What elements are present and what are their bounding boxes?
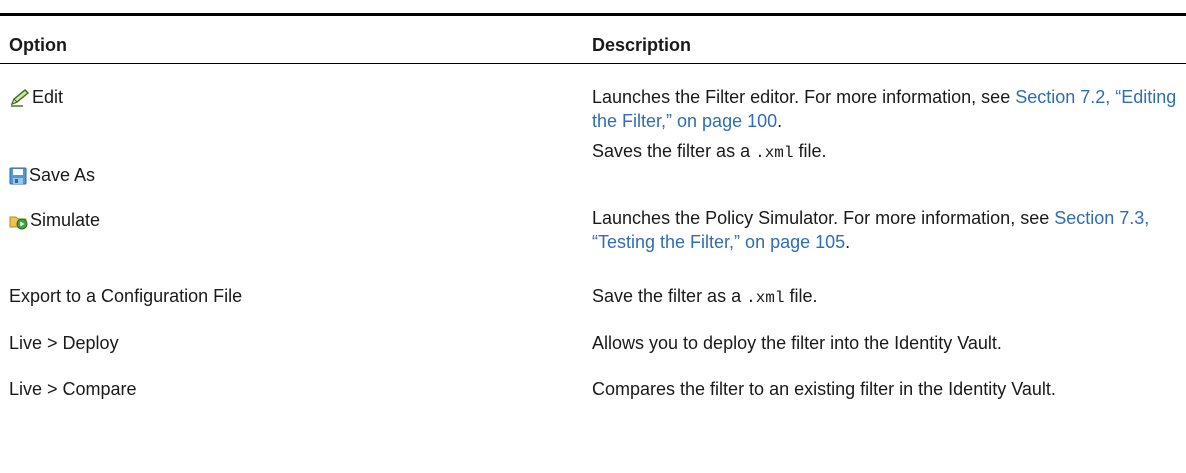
option-label: Live > Deploy bbox=[9, 333, 119, 353]
option-label: Live > Compare bbox=[9, 379, 137, 399]
option-label: Save As bbox=[29, 165, 96, 185]
description-text-end: file. bbox=[793, 141, 827, 161]
description-cell: Save the filter as a .xml file. bbox=[592, 284, 1182, 310]
option-cell: Simulate bbox=[9, 208, 100, 236]
header-rule bbox=[0, 63, 1186, 64]
code-xml: .xml bbox=[755, 144, 794, 162]
description-text-end: . bbox=[777, 111, 783, 131]
description-text-end: . bbox=[845, 232, 851, 252]
code-xml: .xml bbox=[746, 289, 785, 307]
pencil-icon bbox=[9, 89, 31, 113]
description-text: Launches the Policy Simulator. For more … bbox=[592, 208, 1055, 228]
description-text: Allows you to deploy the filter into the… bbox=[592, 333, 1002, 353]
simulate-icon bbox=[9, 212, 29, 236]
option-label: Edit bbox=[32, 87, 64, 107]
option-cell: Save As bbox=[9, 163, 95, 191]
description-cell: Launches the Policy Simulator. For more … bbox=[592, 206, 1182, 254]
table-top-rule bbox=[0, 13, 1186, 16]
description-text: Launches the Filter editor. For more inf… bbox=[592, 87, 1016, 107]
description-text: Save the filter as a bbox=[592, 286, 747, 306]
option-column-header: Option bbox=[9, 35, 67, 55]
description-text: Compares the filter to an existing filte… bbox=[592, 379, 1056, 399]
option-label: Export to a Configuration File bbox=[9, 286, 243, 306]
description-cell: Saves the filter as a .xml file. bbox=[592, 139, 1182, 165]
description-text-end: file. bbox=[784, 286, 818, 306]
save-icon bbox=[9, 167, 28, 191]
description-column-header: Description bbox=[592, 35, 692, 55]
option-label: Simulate bbox=[30, 210, 101, 230]
description-text: Saves the filter as a bbox=[592, 141, 756, 161]
description-cell: Launches the Filter editor. For more inf… bbox=[592, 85, 1182, 133]
option-cell: Edit bbox=[9, 85, 63, 113]
